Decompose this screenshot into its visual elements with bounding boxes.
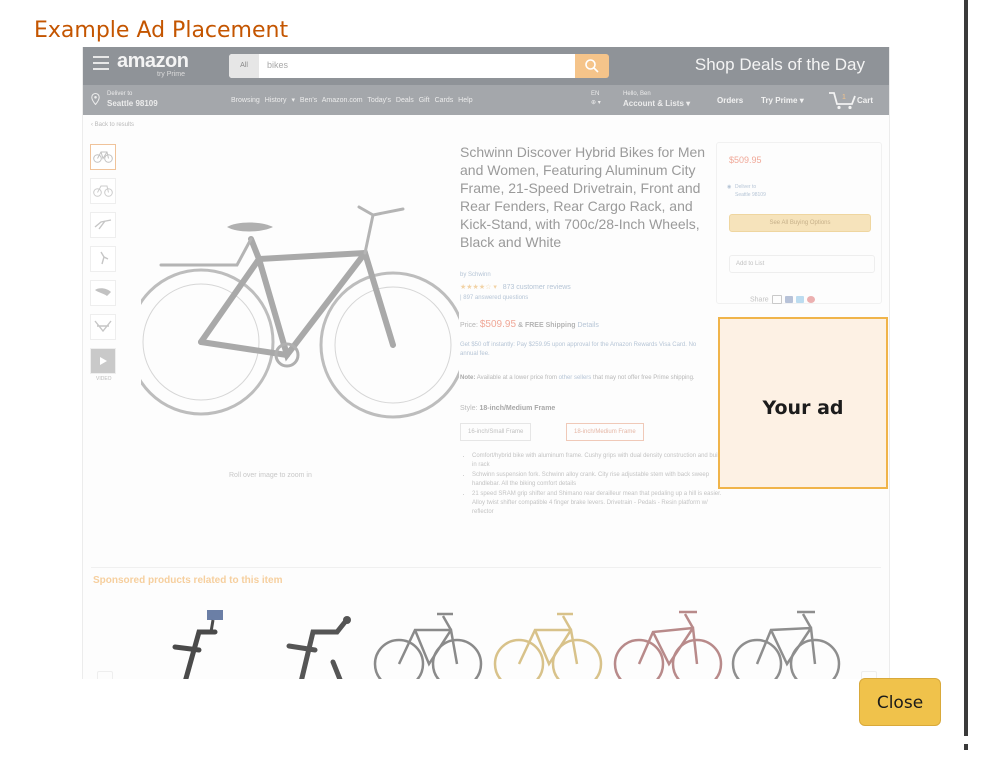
deliver-line1: Deliver to <box>107 91 133 97</box>
nav-links: Browsing History ▾ Ben's Amazon.com Toda… <box>231 97 473 104</box>
cart-label: Cart <box>857 96 874 105</box>
other-sellers-link: other sellers <box>558 375 592 381</box>
cart-icon: 1 <box>829 92 856 110</box>
scrollbar-end <box>964 744 968 750</box>
search-icon <box>585 59 599 73</box>
location-pin-icon: ◉ <box>727 184 732 190</box>
pinterest-icon <box>806 296 815 303</box>
carousel-prev-icon <box>97 671 113 679</box>
buybox-deliver-line1: Deliver to <box>735 184 757 190</box>
thumbnail <box>90 144 116 170</box>
search-category: All <box>229 54 259 78</box>
brand-link: by Schwinn <box>460 272 491 278</box>
logo-subtitle: try Prime <box>157 71 185 78</box>
location-pin-icon <box>91 93 100 105</box>
add-to-list-button: Add to List <box>729 255 875 273</box>
product-image <box>141 205 459 419</box>
try-prime-link: Try Prime ▾ <box>761 96 804 105</box>
language-selector: EN ⊕ ▾ <box>591 90 601 108</box>
style-option-selected: 18-inch/Medium Frame <box>566 423 644 441</box>
note-tail: that may not offer free Prime shipping. <box>592 375 695 381</box>
search-bar: All bikes <box>229 54 579 78</box>
sponsored-heading: Sponsored products related to this item <box>93 575 283 586</box>
sponsored-product-image <box>613 610 723 679</box>
facebook-icon <box>784 296 793 303</box>
ad-preview-frame: amazon try Prime All bikes Shop Deals of… <box>82 47 890 679</box>
feature-bullet: Comfort/hybrid bike with aluminum frame.… <box>472 452 722 470</box>
sponsored-product-image <box>172 610 223 679</box>
price-line: Price: $509.95 & FREE Shipping Details <box>460 319 599 330</box>
note-text: Available at a lower price from <box>476 375 557 381</box>
feature-bullet: Schwinn suspension fork. Schwinn alloy c… <box>472 471 722 489</box>
style-value: 18-inch/Medium Frame <box>479 405 556 412</box>
back-to-results: ‹ Back to results <box>91 122 135 128</box>
zoom-hint: Roll over image to zoom in <box>229 472 312 479</box>
sponsored-product-image <box>286 616 351 679</box>
close-button[interactable]: Close <box>859 678 941 726</box>
image-thumbnails: VIDEO <box>90 144 118 382</box>
thumbnail <box>90 178 116 204</box>
note-label: Note: <box>460 375 476 381</box>
thumbnail <box>90 246 116 272</box>
twitter-icon <box>795 296 804 303</box>
ad-slot: Your ad <box>718 317 888 489</box>
price-label: Price: <box>460 322 478 329</box>
product-title: Schwinn Discover Hybrid Bikes for Men an… <box>460 144 706 250</box>
sponsored-product-image <box>493 612 603 679</box>
amazon-logo: amazon <box>117 50 189 72</box>
style-label: Style: 18-inch/Medium Frame <box>460 405 555 412</box>
thumbnail <box>90 280 116 306</box>
seller-note: Note: Available at a lower price from ot… <box>460 374 706 383</box>
video-thumbnail <box>90 348 116 374</box>
amazon-header: amazon try Prime All bikes Shop Deals of… <box>83 47 889 85</box>
video-label: VIDEO <box>96 376 112 382</box>
ad-placeholder-text: Your ad <box>762 397 844 419</box>
buybox-price: $509.95 <box>729 155 762 165</box>
share-label: Share <box>750 296 769 304</box>
sponsored-product-image <box>373 612 483 679</box>
deals-promo: Shop Deals of the Day <box>694 55 865 74</box>
amazon-subnav: Deliver to Seattle 98109 Browsing History… <box>83 85 889 115</box>
buy-box: $509.95 ◉ Deliver to Seattle 98109 See All… <box>716 142 882 304</box>
thumbnail <box>90 212 116 238</box>
modal-title: Example Ad Placement <box>34 18 289 43</box>
orders-link: Orders <box>717 96 744 105</box>
divider <box>91 567 881 568</box>
lang-label: EN <box>591 91 600 97</box>
answered-questions: | 897 answered questions <box>460 295 529 301</box>
buybox-deliver-line2: Seattle 98109 <box>735 192 766 198</box>
thumbnail <box>90 314 116 340</box>
see-all-buying-options-button: See All Buying Options <box>729 214 871 232</box>
style-caption: Style: <box>460 405 478 412</box>
account-greeting: Hello, Ben <box>623 91 651 97</box>
share-row: Share <box>750 295 815 304</box>
rating: ★★★★☆ ▾ 873 customer reviews <box>460 284 571 291</box>
email-icon <box>771 295 782 304</box>
account-menu: Hello, Ben Account & Lists ▾ <box>623 90 690 110</box>
hamburger-menu-icon <box>93 56 109 70</box>
star-rating-icon: ★★★★☆ <box>460 284 492 291</box>
buybox-deliver: ◉ Deliver to Seattle 98109 <box>727 183 766 199</box>
deliver-line2: Seattle 98109 <box>107 99 158 108</box>
rewards-offer: Get $50 off instantly: Pay $259.95 upon … <box>460 342 697 357</box>
price: $509.95 <box>479 319 517 330</box>
search-button <box>575 54 609 78</box>
feature-bullet: 21 speed SRAM grip shifter and Shimano r… <box>472 490 722 517</box>
deliver-to: Deliver to Seattle 98109 <box>107 90 158 110</box>
free-shipping: & FREE Shipping <box>517 322 576 329</box>
feature-bullets: Comfort/hybrid bike with aluminum frame.… <box>460 452 722 518</box>
reviews-link: 873 customer reviews <box>502 284 571 291</box>
account-lists: Account & Lists ▾ <box>623 99 691 108</box>
scrollbar-track[interactable] <box>964 0 968 736</box>
globe-icon: ⊕ ▾ <box>591 100 601 106</box>
search-input: bikes <box>267 60 289 70</box>
sponsored-product-image <box>731 610 841 679</box>
style-option: 16-inch/Small Frame <box>460 423 532 441</box>
details-link: Details <box>577 322 599 329</box>
svg-text:1: 1 <box>842 94 846 101</box>
